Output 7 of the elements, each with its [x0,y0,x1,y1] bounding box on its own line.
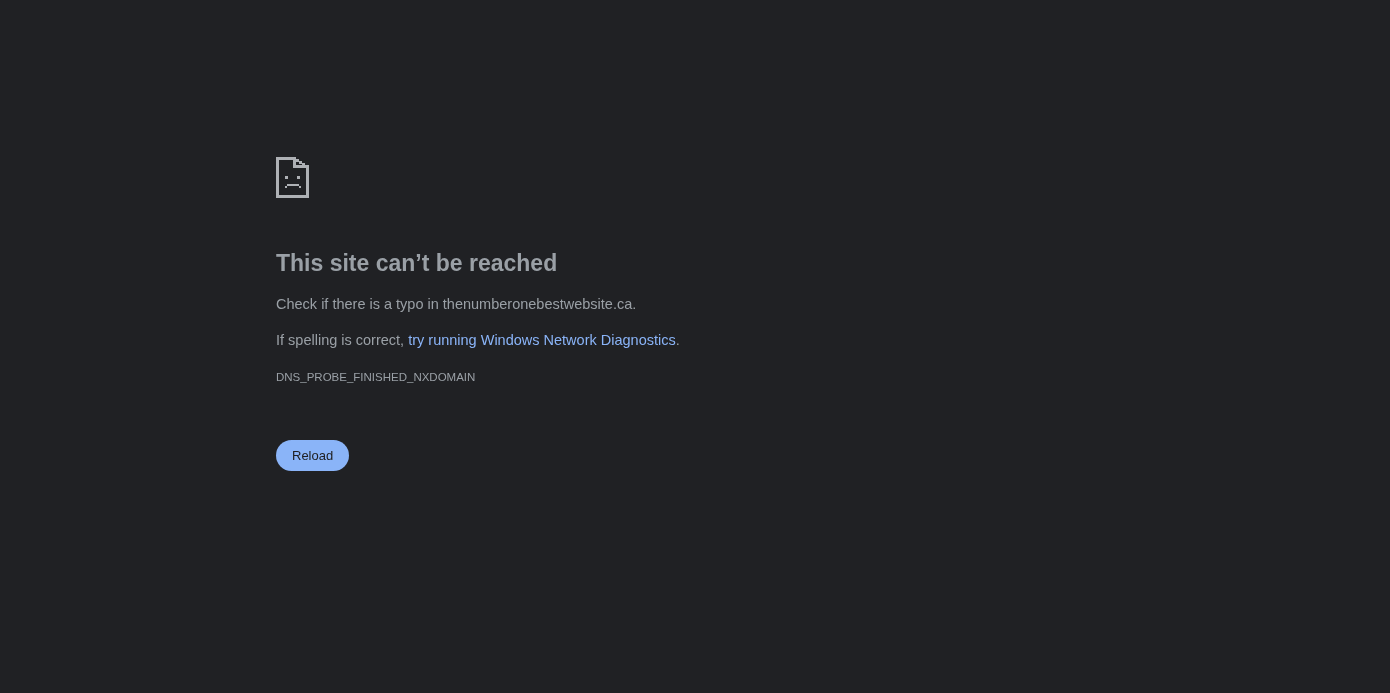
typo-message: Check if there is a typo in thenumberonebestwebsite.ca. [276,295,637,314]
reload-button[interactable]: Reload [276,440,350,471]
diagnostics-link[interactable]: try running Windows Network Diagnostics [408,332,676,348]
sad-page-icon [276,157,309,198]
error-code: DNS_PROBE_FINISHED_NXDOMAIN [276,370,476,385]
suggestion-text: If spelling is correct, try running Windows Network Diagnostics. [276,331,680,350]
error-heading: This site can’t be reached [276,249,558,278]
